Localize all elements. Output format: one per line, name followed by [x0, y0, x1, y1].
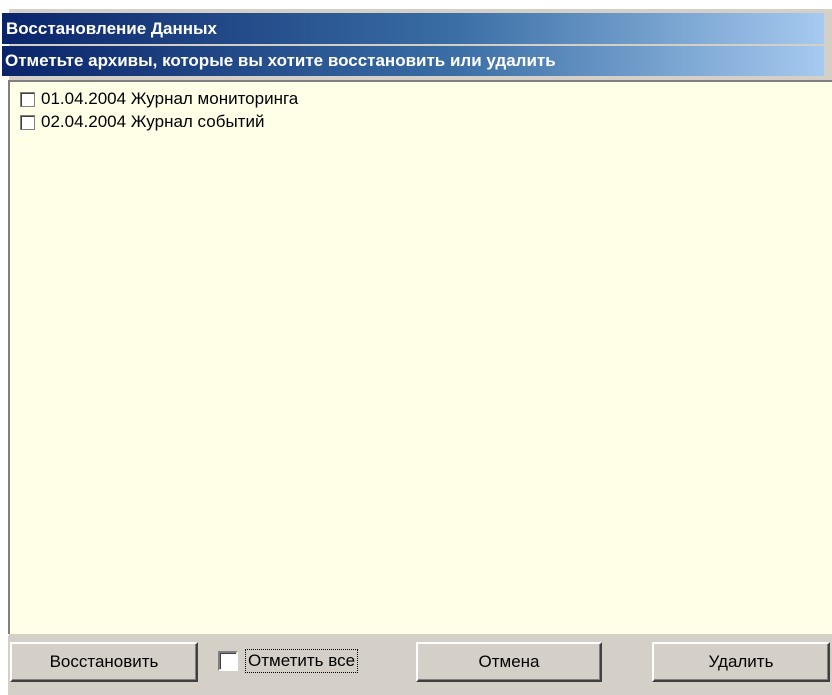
button-bar: Восстановить Отметить все Отмена Удалить: [8, 636, 832, 695]
cancel-button[interactable]: Отмена: [416, 642, 602, 682]
select-all-box[interactable]: [218, 651, 238, 671]
archive-label: 02.04.2004 Журнал событий: [41, 112, 265, 131]
select-all-label: Отметить все: [244, 649, 359, 673]
delete-button-label: Удалить: [708, 652, 774, 671]
cancel-button-label: Отмена: [478, 652, 540, 671]
restore-button-label: Восстановить: [49, 652, 159, 671]
select-all-checkbox[interactable]: Отметить все: [218, 646, 359, 676]
instruction-text: Отметьте архивы, которые вы хотите восст…: [5, 51, 556, 70]
archive-checkbox[interactable]: [20, 114, 35, 130]
restore-button[interactable]: Восстановить: [10, 642, 198, 682]
archive-label: 01.04.2004 Журнал мониторинга: [41, 89, 299, 108]
instruction-header: Отметьте архивы, которые вы хотите восст…: [2, 46, 824, 76]
dialog-title: Восстановление Данных: [2, 13, 824, 44]
archive-item[interactable]: 02.04.2004 Журнал событий: [20, 111, 264, 133]
archive-list[interactable]: 01.04.2004 Журнал мониторинга 02.04.2004…: [8, 80, 832, 634]
archive-checkbox[interactable]: [20, 91, 35, 107]
archive-item[interactable]: 01.04.2004 Журнал мониторинга: [20, 88, 298, 110]
delete-button[interactable]: Удалить: [652, 642, 830, 682]
dialog-title-text: Восстановление Данных: [6, 19, 218, 38]
